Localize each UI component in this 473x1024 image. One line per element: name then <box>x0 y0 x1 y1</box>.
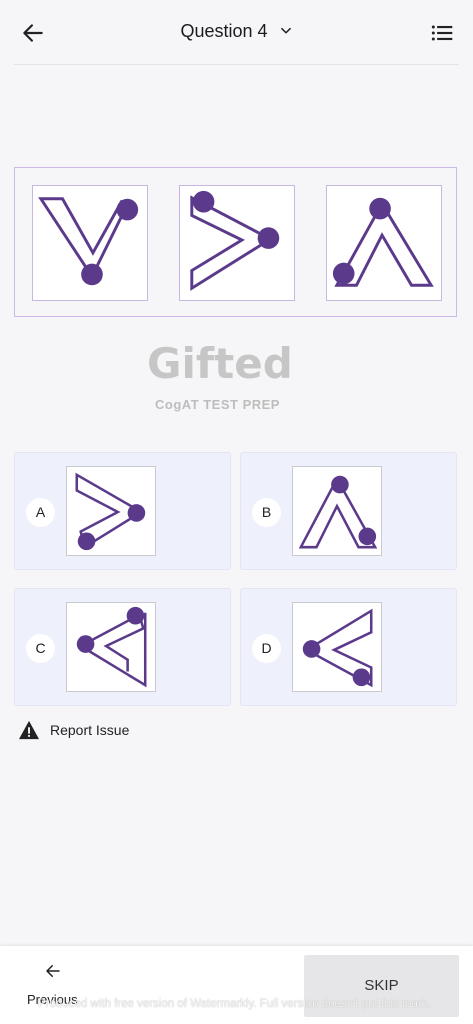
lambda-figure <box>298 475 378 549</box>
answer-option-a[interactable]: A <box>14 452 231 570</box>
question-figure-3 <box>326 185 442 301</box>
gifted-logo: Gifted CogAT TEST PREP <box>143 339 299 415</box>
option-letter: D <box>252 634 281 663</box>
bottom-navigation: Previous SKIP Produced with free version… <box>0 946 473 1024</box>
v-shape-figure <box>38 197 139 286</box>
logo-brand: Gifted <box>147 339 293 388</box>
option-figure <box>66 466 156 556</box>
header-divider <box>14 64 459 65</box>
logo-tagline: CogAT TEST PREP <box>155 397 280 412</box>
lambda-figure <box>332 197 434 287</box>
option-letter: C <box>26 634 55 663</box>
arrow-left-figure <box>76 606 147 688</box>
warning-icon <box>19 720 39 740</box>
option-figure <box>66 602 156 692</box>
watermark-text: Produced with free version of Watermarkl… <box>38 998 431 1010</box>
list-icon[interactable] <box>429 20 455 46</box>
arrow-left-figure <box>302 608 373 688</box>
arrow-left-icon <box>46 965 60 977</box>
arrow-right-figure <box>190 190 280 291</box>
top-app-bar: Question 4 <box>0 0 473 64</box>
option-letter: A <box>26 498 55 527</box>
question-figure-series <box>14 167 457 317</box>
option-figure <box>292 466 382 556</box>
question-figure-2 <box>179 185 295 301</box>
option-figure <box>292 602 382 692</box>
answer-option-c[interactable]: C <box>14 588 231 706</box>
question-figure-1 <box>32 185 148 301</box>
option-letter: B <box>252 498 281 527</box>
arrow-right-figure <box>75 472 146 551</box>
question-selector[interactable]: Question 4 <box>0 20 473 42</box>
answer-option-b[interactable]: B <box>240 452 457 570</box>
page-title: Question 4 <box>180 20 268 41</box>
report-issue-label: Report Issue <box>50 722 130 738</box>
chevron-down-icon <box>280 28 291 34</box>
answer-option-d[interactable]: D <box>240 588 457 706</box>
